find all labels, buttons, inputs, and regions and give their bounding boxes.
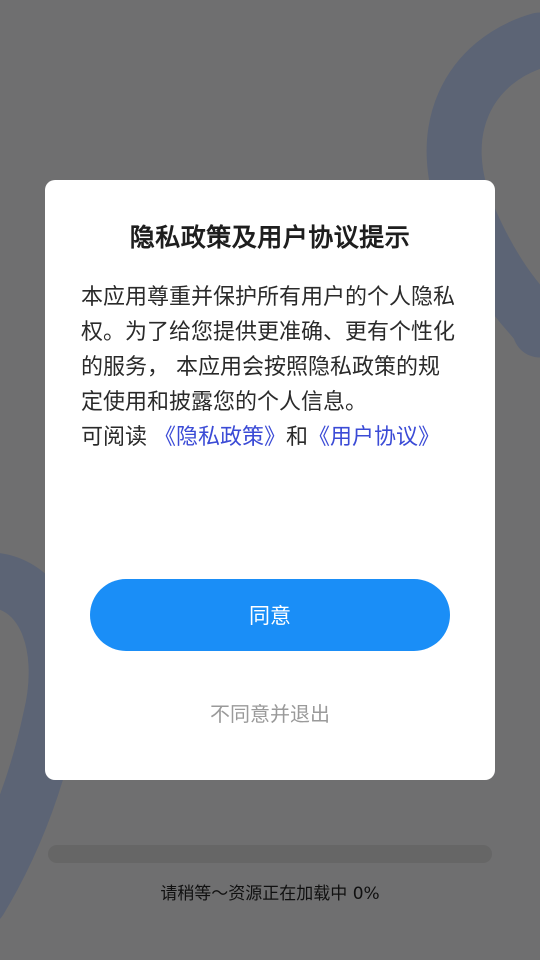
read-prefix: 可阅读 xyxy=(81,425,154,450)
loading-progress-bar xyxy=(48,845,492,863)
privacy-notice-text: 本应用尊重并保护所有用户的个人隐私权。为了给您提供更准确、更有个性化的服务， 本… xyxy=(81,285,456,415)
loading-status-text: 请稍等～资源正在加载中 0% xyxy=(160,884,380,904)
privacy-policy-link[interactable]: 《隐私政策》 xyxy=(154,425,286,450)
conjunction-text: 和 xyxy=(286,425,309,450)
agree-button[interactable]: 同意 xyxy=(90,579,450,651)
read-links-line: 可阅读 《隐私政策》和《用户协议》 xyxy=(81,420,459,455)
dialog-title: 隐私政策及用户协议提示 xyxy=(129,223,411,252)
user-agreement-link[interactable]: 《用户协议》 xyxy=(308,425,440,450)
disagree-exit-button[interactable]: 不同意并退出 xyxy=(45,698,495,727)
privacy-dialog: 隐私政策及用户协议提示 本应用尊重并保护所有用户的个人隐私权。为了给您提供更准确… xyxy=(45,180,495,780)
dialog-body: 本应用尊重并保护所有用户的个人隐私权。为了给您提供更准确、更有个性化的服务， 本… xyxy=(81,280,459,455)
